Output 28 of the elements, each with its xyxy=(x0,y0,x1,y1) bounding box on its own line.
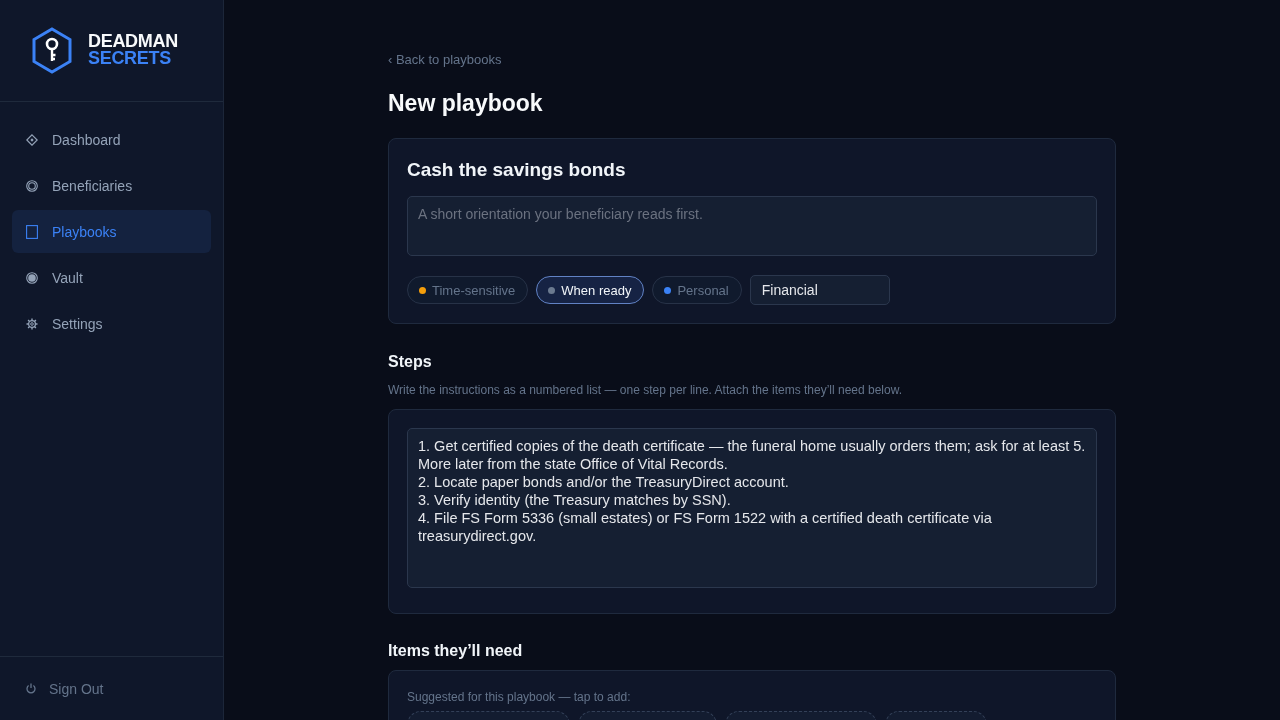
rings-icon xyxy=(26,179,38,192)
settings-icon xyxy=(26,317,38,330)
urgency-chip[interactable]: When ready xyxy=(536,276,645,304)
hint-text: Suggested for this playbook — tap to add: xyxy=(407,689,631,705)
hint-text: Write the instructions as a numbered list — one step per line. Attach the items they’ll need below. xyxy=(388,382,903,398)
nav-item[interactable]: Beneficiaries xyxy=(12,164,211,207)
diamond-icon xyxy=(26,133,38,146)
brand-name: DEADMAN xyxy=(88,33,178,50)
power-icon xyxy=(26,683,36,694)
nav-item[interactable]: Vault xyxy=(12,256,211,299)
book-icon xyxy=(26,224,38,239)
steps-textarea[interactable]: 1. Get certified copies of the death certificate — the funeral home usually orders them; ask for at least 5. More later from the state Office of Vital Records. 2. Locate paper bonds and/or the TreasuryDirect account. 3. Verify identity (the Treasury matches by SSN). 4. File FS Form 5336 (small estates) or FS Form 1522 with a certified death certificate via treasurydirect.gov. xyxy=(407,428,1097,588)
page-title: New playbook xyxy=(388,89,543,118)
nav-item[interactable]: Dashboard xyxy=(12,118,211,161)
ring-dot-icon xyxy=(26,271,38,284)
playbook-title: Cash the savings bonds xyxy=(407,158,626,182)
urgency-chip[interactable]: Time-sensitive xyxy=(407,276,529,304)
nav-item[interactable]: Settings xyxy=(12,302,211,345)
urgency-chip[interactable]: Personal xyxy=(652,276,742,304)
summary-textarea[interactable]: A short orientation your beneficiary reads first. xyxy=(407,196,1097,256)
sign-out-button[interactable]: Sign Out xyxy=(26,678,104,699)
hexagon-key-icon xyxy=(32,26,72,74)
nav-item[interactable]: Playbooks xyxy=(12,210,211,253)
brand-name: SECRETS xyxy=(88,50,172,67)
section-heading: Steps xyxy=(388,352,432,372)
section-heading: Items they’ll need xyxy=(388,641,523,661)
back-link[interactable]: ‹ Back to playbooks xyxy=(388,52,502,68)
category-input[interactable]: Financial xyxy=(749,275,890,305)
